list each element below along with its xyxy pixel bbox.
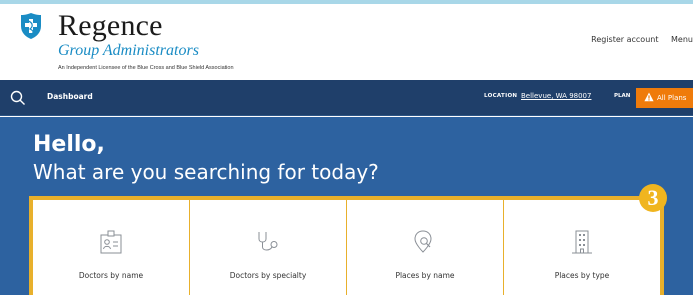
plan-label: PLAN — [614, 93, 631, 99]
building-icon — [572, 230, 592, 254]
doctors-by-name-card[interactable]: Doctors by name — [33, 200, 189, 295]
brand-license-text: An Independent Licensee of the Blue Cros… — [58, 65, 234, 71]
card-label: Places by name — [395, 271, 455, 280]
places-by-type-card[interactable]: Places by type — [504, 200, 660, 295]
all-plans-label: All Plans — [657, 94, 687, 102]
places-by-name-card[interactable]: Places by name — [347, 200, 503, 295]
search-button[interactable] — [0, 80, 36, 116]
step-number-badge: 3 — [639, 184, 667, 212]
location-label: LOCATION — [484, 93, 518, 99]
brand-name: Regence — [58, 9, 163, 42]
id-badge-icon — [100, 230, 122, 254]
brand-header: Regence Group Administrators An Independ… — [0, 4, 693, 80]
header-links: Register account Menu — [581, 35, 693, 44]
hero-question: What are you searching for today? — [33, 160, 379, 184]
card-label: Places by type — [554, 271, 610, 280]
hero-greeting: Hello, — [33, 132, 105, 157]
location-link[interactable]: Bellevue, WA 98007 — [521, 92, 591, 100]
brand-subname: Group Administrators — [58, 42, 199, 59]
menu-link[interactable]: Menu — [671, 35, 693, 44]
search-options-highlight: Doctors by name Doctors by specialty Pla… — [29, 196, 664, 295]
card-label: Doctors by specialty — [229, 271, 307, 280]
search-options: Doctors by name Doctors by specialty Pla… — [33, 200, 660, 295]
register-account-link[interactable]: Register account — [591, 35, 658, 44]
hero-section: Hello, What are you searching for today?… — [0, 117, 693, 295]
doctors-by-specialty-card[interactable]: Doctors by specialty — [190, 200, 346, 295]
nav-dashboard-link[interactable]: Dashboard — [47, 92, 93, 101]
all-plans-button[interactable]: All Plans — [636, 88, 693, 108]
stethoscope-icon — [258, 232, 278, 251]
location-search-icon — [414, 230, 432, 253]
regence-shield-logo-icon — [21, 13, 41, 39]
warning-icon — [644, 92, 654, 102]
card-label: Doctors by name — [78, 271, 144, 280]
search-icon — [10, 90, 25, 105]
top-navbar: Dashboard LOCATION Bellevue, WA 98007 PL… — [0, 80, 693, 116]
